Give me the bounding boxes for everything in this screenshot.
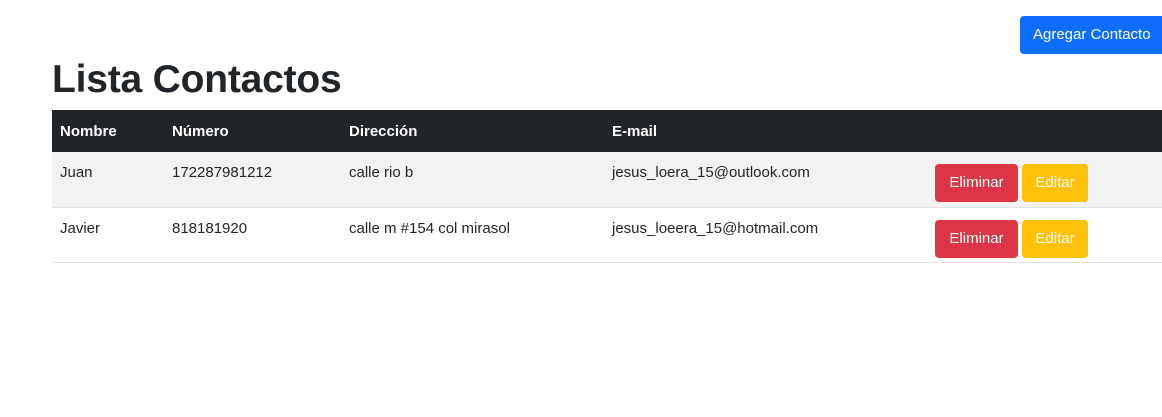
table-row: Juan 172287981212 calle rio b jesus_loer…: [52, 152, 1162, 207]
cell-actions: Eliminar Editar: [927, 207, 1162, 262]
page-title: Lista Contactos: [52, 58, 342, 101]
delete-button[interactable]: Eliminar: [935, 164, 1018, 202]
cell-email: jesus_loera_15@outlook.com: [612, 164, 810, 181]
table-header: Nombre Número Dirección E-mail: [52, 110, 1162, 152]
column-header-numero: Número: [172, 122, 229, 140]
table-row: Javier 818181920 calle m #154 col miraso…: [52, 207, 1162, 262]
cell-direccion: calle m #154 col mirasol: [349, 219, 510, 237]
table-body: Juan 172287981212 calle rio b jesus_loer…: [52, 152, 1162, 262]
column-header-email: E-mail: [612, 122, 658, 140]
cell-direccion: calle rio b: [349, 164, 414, 181]
column-header-actions: [927, 110, 1162, 152]
table-header-row: Nombre Número Dirección E-mail: [52, 110, 1162, 152]
cell-numero: 818181920: [172, 219, 248, 237]
cell-nombre: Javier: [60, 219, 101, 237]
edit-button[interactable]: Editar: [1022, 164, 1088, 202]
cell-email: jesus_loeera_15@hotmail.com: [612, 219, 819, 237]
delete-button[interactable]: Eliminar: [935, 219, 1018, 258]
cell-numero: 172287981212: [172, 164, 273, 181]
page: Agregar Contacto Lista Contactos Nombre …: [0, 0, 1162, 417]
column-header-direccion: Dirección: [349, 122, 418, 140]
cell-nombre: Juan: [60, 164, 93, 181]
add-contact-button[interactable]: Agregar Contacto: [1020, 16, 1162, 54]
contacts-table: Nombre Número Dirección E-mail Juan 1722…: [52, 110, 1162, 263]
column-header-nombre: Nombre: [60, 122, 117, 140]
cell-actions: Eliminar Editar: [927, 152, 1162, 207]
edit-button[interactable]: Editar: [1022, 219, 1088, 258]
